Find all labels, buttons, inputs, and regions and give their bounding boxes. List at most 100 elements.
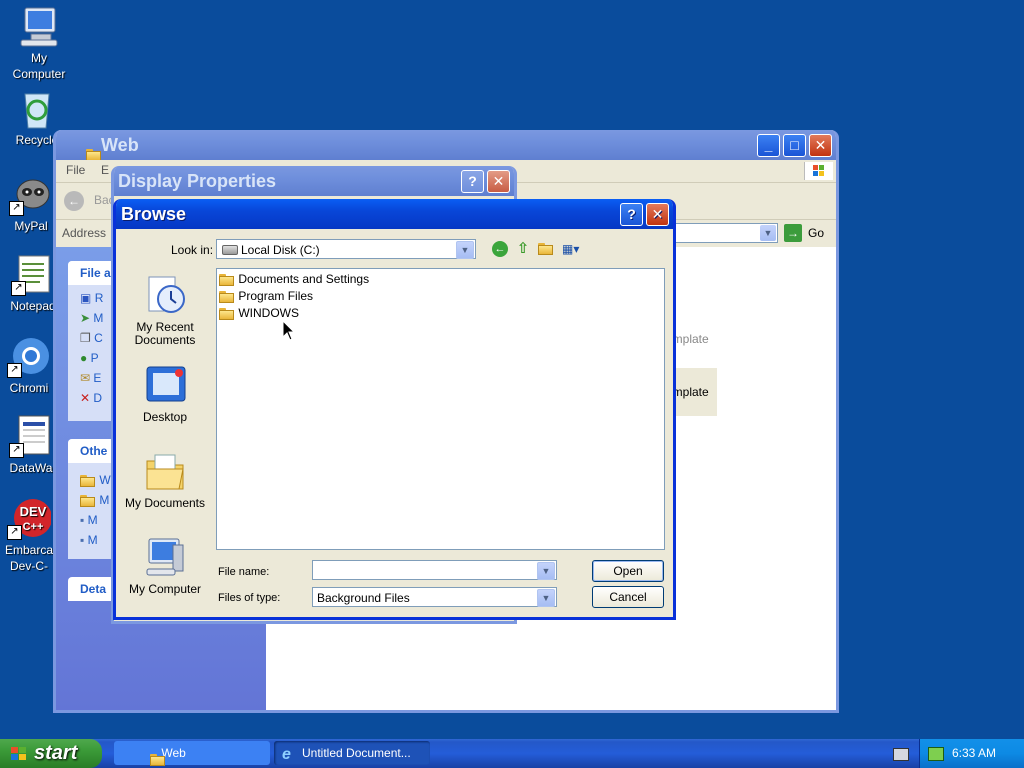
chevron-down-icon[interactable]: ▼ <box>456 241 474 259</box>
task-item-label: E <box>93 371 102 385</box>
task-item-rename[interactable]: ▣ R <box>80 291 103 305</box>
chevron-down-icon[interactable]: ▼ <box>537 589 555 607</box>
taskbar-item-web[interactable]: Web <box>114 741 270 766</box>
my-documents-icon <box>143 449 187 493</box>
files-of-type-dropdown[interactable]: Background Files ▼ <box>312 587 557 607</box>
go-label: Go <box>808 226 825 240</box>
email-icon: ✉ <box>80 371 91 385</box>
place-label: My Documents <box>124 496 206 510</box>
folder-icon <box>219 290 235 303</box>
task-item-copy[interactable]: ❐ C <box>80 331 103 345</box>
menu-file[interactable]: File <box>66 163 85 177</box>
close-button[interactable]: ✕ <box>646 203 669 226</box>
task-item-email[interactable]: ✉ E <box>80 371 101 385</box>
svg-text:C++: C++ <box>23 521 44 533</box>
look-in-dropdown[interactable]: Local Disk (C:) ▼ <box>216 239 476 259</box>
other-place-item[interactable]: ▪ M <box>80 533 98 547</box>
other-places-title: Othe <box>80 444 108 458</box>
list-item[interactable]: Program Files <box>219 289 313 305</box>
task-item-delete[interactable]: ✕ D <box>80 391 102 405</box>
other-place-item[interactable]: M <box>80 493 109 507</box>
display-properties-titlebar[interactable]: Display Properties ? ✕ <box>114 166 514 196</box>
delete-icon: ✕ <box>80 391 91 405</box>
datawa-icon: ↗ <box>9 414 53 458</box>
file-name-label: File name: <box>218 566 270 578</box>
window-title: Display Properties <box>118 171 277 191</box>
files-of-type-label: Files of type: <box>218 592 281 604</box>
open-button[interactable]: Open <box>592 560 664 582</box>
taskbar-item-untitled-document[interactable]: e Untitled Document... <box>274 741 430 765</box>
window-title: Web <box>101 135 139 155</box>
address-dropdown-button[interactable]: ▼ <box>760 225 776 241</box>
windows-logo-icon <box>804 162 833 180</box>
start-button[interactable]: start <box>0 739 102 768</box>
chevron-down-icon[interactable]: ▼ <box>537 562 555 580</box>
folder-icon <box>150 753 166 766</box>
menu-edit[interactable]: E <box>101 163 109 177</box>
clock[interactable]: 6:33 AM <box>952 739 996 768</box>
help-button[interactable]: ? <box>461 170 484 193</box>
task-item-publish[interactable]: ● P <box>80 351 99 365</box>
start-label: start <box>34 742 78 764</box>
list-item-label: WINDOWS <box>238 306 299 320</box>
details-title[interactable]: Deta <box>80 582 106 596</box>
place-label: Documents <box>134 333 196 347</box>
back-nav-button[interactable]: ← <box>492 241 508 257</box>
desktop-icon-my-computer[interactable]: My Computer <box>0 4 78 82</box>
dev-cpp-icon: DEV C++ ↗ <box>7 496 52 540</box>
task-item-label: D <box>93 391 103 405</box>
keyboard-icon[interactable] <box>893 748 909 761</box>
other-place-label: M <box>87 533 98 547</box>
raccoon-icon: ↗ <box>9 172 53 216</box>
place-label: My Computer <box>128 582 202 596</box>
folder-icon <box>80 494 96 507</box>
other-place-item[interactable]: W <box>80 473 111 487</box>
globe-icon: ● <box>80 351 88 365</box>
other-place-label: M <box>99 493 110 507</box>
place-desktop[interactable]: Desktop <box>120 363 210 424</box>
up-folder-button[interactable]: ⇧ <box>514 240 532 258</box>
task-item-label: C <box>94 331 103 345</box>
shortcut-arrow-icon: ↗ <box>9 443 24 458</box>
folder-icon <box>80 474 96 487</box>
close-button[interactable]: ✕ <box>487 170 510 193</box>
new-folder-icon <box>538 242 554 255</box>
other-place-item[interactable]: ▪ M <box>80 513 98 527</box>
view-menu-button[interactable]: ▦▾ <box>562 241 588 257</box>
shortcut-arrow-icon: ↗ <box>7 525 22 540</box>
list-item-label: Program Files <box>238 289 314 303</box>
place-my-recent-documents[interactable]: My Recent Documents <box>120 273 210 347</box>
svg-text:DEV: DEV <box>20 504 47 519</box>
place-my-documents[interactable]: My Documents <box>120 449 210 510</box>
back-arrow-icon: ← <box>64 191 84 211</box>
address-label: Address <box>62 226 107 240</box>
desktop-icon-label: My <box>31 51 47 65</box>
browse-titlebar[interactable]: Browse ? ✕ <box>116 199 673 229</box>
places-bar: My Recent Documents Desktop My Documents… <box>120 259 208 614</box>
move-icon: ➤ <box>80 311 91 325</box>
copy-icon: ❐ <box>80 331 91 345</box>
task-item-move[interactable]: ➤ M <box>80 311 103 325</box>
taskbar: start Web e Untitled Document... 6:33 AM <box>0 739 1024 768</box>
file-name-input[interactable]: ▼ <box>312 560 557 580</box>
task-item-label: P <box>90 351 99 365</box>
help-button[interactable]: ? <box>620 203 643 226</box>
minimize-button[interactable]: _ <box>757 134 780 157</box>
drive-icon <box>222 245 238 255</box>
computer-icon <box>17 4 61 48</box>
system-tray: 6:33 AM <box>919 739 1024 768</box>
desktop-icon-label: Computer <box>12 67 66 81</box>
other-place-label: W <box>99 473 111 487</box>
explorer-titlebar[interactable]: Web _ □ ✕ <box>56 130 836 162</box>
maximize-button[interactable]: □ <box>783 134 806 157</box>
windows-logo-icon <box>11 747 26 760</box>
recycle-bin-icon <box>15 86 59 130</box>
look-in-label: Look in: <box>171 243 214 257</box>
list-item[interactable]: Documents and Settings <box>219 272 369 288</box>
close-button[interactable]: ✕ <box>809 134 832 157</box>
place-my-computer[interactable]: My Computer <box>120 535 210 596</box>
new-folder-button[interactable] <box>538 241 554 255</box>
cancel-button[interactable]: Cancel <box>592 586 664 608</box>
network-icon[interactable] <box>928 747 944 761</box>
taskbar-item-label: Untitled Document... <box>302 746 411 760</box>
